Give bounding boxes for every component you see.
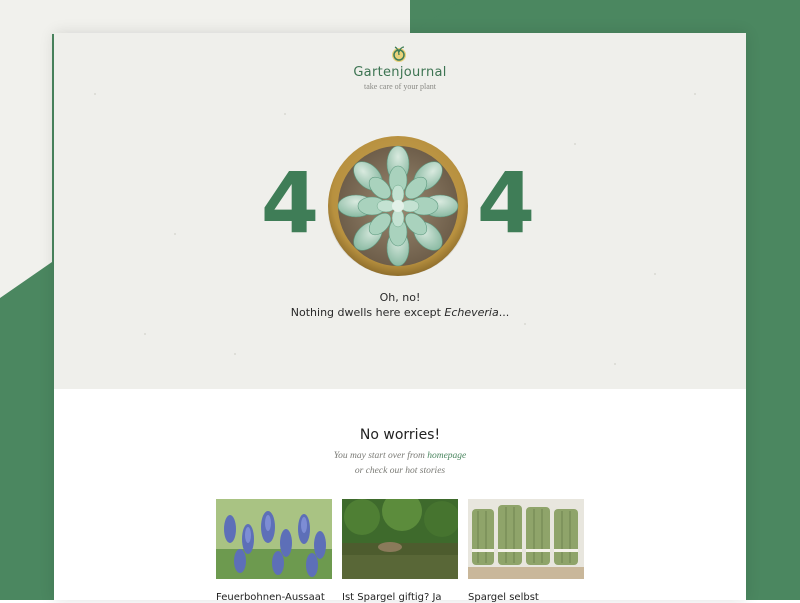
story-title[interactable]: Feuerbohnen-Aussaat xyxy=(216,592,332,603)
hero-section: Gartenjournal take care of your plant 4 xyxy=(54,33,746,389)
brand-name[interactable]: Gartenjournal xyxy=(54,65,746,80)
start-over-text: You may start over from homepage xyxy=(54,451,746,461)
river-forest-photo[interactable] xyxy=(342,491,460,579)
story-card[interactable]: Ist Spargel giftig? Ja xyxy=(342,491,460,603)
error-digit-right: 4 xyxy=(476,154,536,252)
asparagus-bundles-photo[interactable] xyxy=(468,499,584,579)
hot-stories-text: or check our hot stories xyxy=(354,466,446,476)
sprout-logo-icon[interactable] xyxy=(389,43,409,63)
story-title[interactable]: Ist Spargel giftig? Ja xyxy=(342,592,458,603)
recovery-heading: No worries! xyxy=(359,427,441,443)
start-over-prefix: You may start over from xyxy=(333,451,428,461)
error-message-prefix: Nothing dwells here except xyxy=(290,306,445,319)
story-card[interactable]: Spargel selbst xyxy=(468,499,584,603)
error-headline: Oh, no! xyxy=(379,291,421,304)
brand-tagline: take care of your plant xyxy=(364,82,436,91)
grape-hyacinth-photo[interactable] xyxy=(216,499,332,579)
page-card: Gartenjournal take care of your plant 4 xyxy=(54,33,746,603)
error-digit-left: 4 xyxy=(260,154,320,252)
echeveria-pot-image xyxy=(328,136,468,276)
error-message: Nothing dwells here except Echeveria... xyxy=(54,306,746,319)
error-message-suffix: ... xyxy=(498,306,510,319)
homepage-link[interactable]: homepage xyxy=(427,451,466,461)
story-title[interactable]: Spargel selbst xyxy=(468,592,584,603)
plant-name: Echeveria xyxy=(444,306,499,319)
story-card[interactable]: Feuerbohnen-Aussaat xyxy=(216,499,332,603)
